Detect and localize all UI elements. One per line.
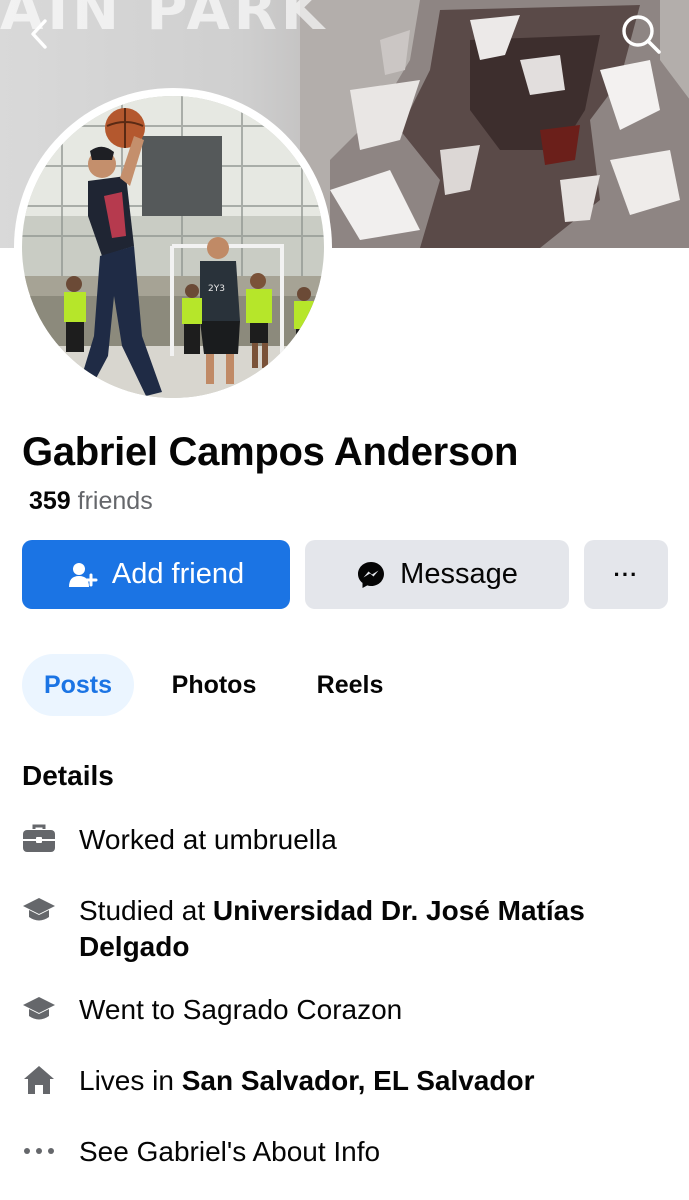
briefcase-icon xyxy=(22,822,56,856)
tab-photos[interactable]: Photos xyxy=(160,654,268,716)
add-friend-button[interactable]: Add friend xyxy=(22,540,290,609)
profile-picture-frame[interactable]: 2Y3 xyxy=(14,88,332,406)
profile-name: Gabriel Campos Anderson xyxy=(22,430,519,474)
detail-item-lives-in[interactable]: Lives in San Salvador, EL Salvador xyxy=(22,1063,672,1099)
detail-lives-city[interactable]: San Salvador, EL Salvador xyxy=(182,1065,535,1096)
tab-reels[interactable]: Reels xyxy=(300,654,400,716)
message-button[interactable]: Message xyxy=(305,540,569,609)
friends-label: friends xyxy=(70,487,153,515)
add-person-icon xyxy=(68,561,98,589)
friends-count-link[interactable]: 359 friends xyxy=(29,487,153,516)
detail-item-went-to[interactable]: Went to Sagrado Corazon xyxy=(22,992,672,1028)
detail-item-about-info[interactable]: See Gabriel's About Info xyxy=(22,1134,672,1170)
more-dots-icon xyxy=(22,1134,56,1168)
graduation-cap-icon xyxy=(22,992,56,1026)
tab-posts[interactable]: Posts xyxy=(22,654,134,716)
more-dots-icon: ··· xyxy=(613,561,639,587)
detail-went-to-text: Went to Sagrado Corazon xyxy=(79,994,403,1025)
detail-about-info-text: See Gabriel's About Info xyxy=(79,1136,381,1167)
messenger-icon xyxy=(356,560,386,590)
details-heading: Details xyxy=(22,760,114,791)
detail-lives-prefix: Lives in xyxy=(79,1065,182,1096)
graduation-cap-icon xyxy=(22,893,56,927)
detail-item-studied[interactable]: Studied at Universidad Dr. José Matías D… xyxy=(22,893,672,965)
back-button[interactable] xyxy=(16,10,64,58)
detail-studied-prefix: Studied at xyxy=(79,895,213,926)
chevron-left-icon xyxy=(31,19,47,49)
message-label: Message xyxy=(400,558,518,590)
profile-photo-image: 2Y3 xyxy=(22,96,324,398)
home-icon xyxy=(22,1063,56,1097)
avatar[interactable]: 2Y3 xyxy=(22,96,324,398)
add-friend-label: Add friend xyxy=(111,558,245,590)
detail-item-work[interactable]: Worked at umbruella xyxy=(22,822,672,858)
friends-count: 359 xyxy=(29,487,71,515)
svg-text:2Y3: 2Y3 xyxy=(208,284,225,294)
search-icon xyxy=(622,15,661,54)
more-options-button[interactable]: ··· xyxy=(584,540,668,609)
search-button[interactable] xyxy=(617,10,665,58)
detail-work-text: Worked at umbruella xyxy=(79,824,337,855)
